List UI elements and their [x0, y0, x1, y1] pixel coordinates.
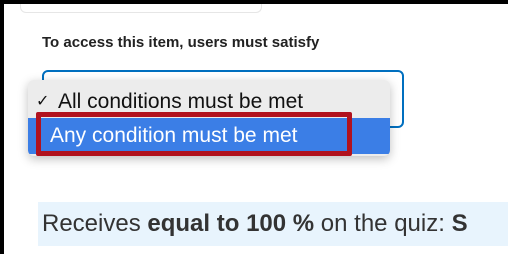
rule-middle: on the quiz: — [320, 210, 445, 237]
release-condition-row: Receives equal to 100 % on the quiz: S — [38, 202, 508, 246]
window-left-edge — [0, 0, 4, 254]
annotation-highlight-box — [36, 112, 352, 156]
section-label: To access this item, users must satisfy — [42, 34, 320, 51]
quiz-name: S — [451, 210, 468, 237]
rule-condition: equal to 100 % — [147, 210, 315, 237]
top-control-remnant — [20, 4, 262, 13]
rule-prefix: Receives — [42, 210, 141, 237]
